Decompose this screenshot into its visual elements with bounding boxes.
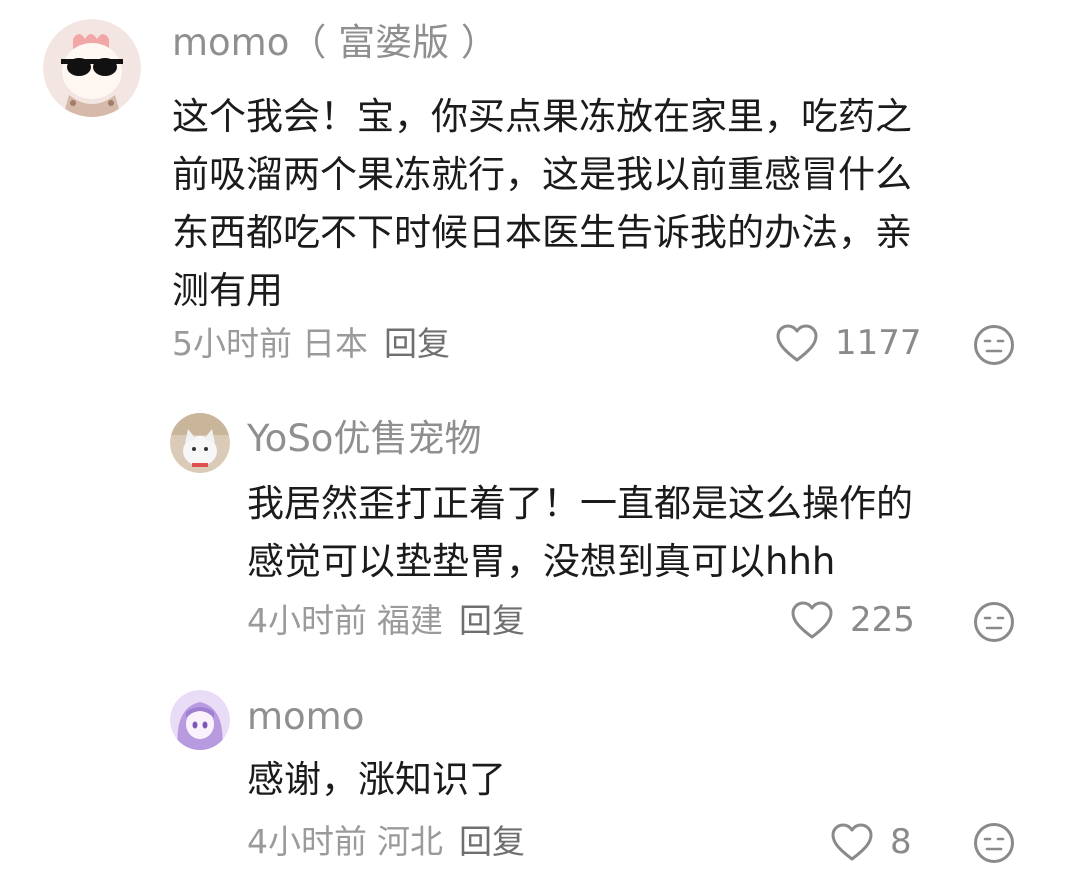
like-button[interactable]: 1177 [775, 323, 922, 363]
comment-text: 我居然歪打正着了！一直都是这么操作的 感觉可以垫垫胃，没想到真可以hhh [247, 475, 1037, 591]
heart-icon [791, 601, 833, 639]
reply-button[interactable]: 回复 [459, 822, 525, 861]
reply-button[interactable]: 回复 [459, 601, 525, 640]
comment-time: 5小时前 [172, 324, 292, 363]
username[interactable]: momo [247, 698, 364, 735]
comment-location: 日本 [302, 324, 368, 363]
like-button[interactable]: 8 [830, 822, 912, 862]
like-count: 8 [890, 822, 912, 862]
comment-meta: 4小时前 福建 回复 [247, 604, 535, 637]
comment-time: 4小时前 [247, 822, 367, 861]
dislike-face-icon[interactable] [973, 822, 1015, 864]
like-count: 225 [850, 600, 915, 640]
comment-text-line: 测有用 [172, 269, 283, 312]
user-avatar[interactable] [170, 413, 230, 473]
username[interactable]: momo（ 富婆版 ） [172, 24, 498, 61]
comment-location: 河北 [377, 822, 443, 861]
comment-time: 4小时前 [247, 601, 367, 640]
dislike-face-icon[interactable] [973, 601, 1015, 643]
dislike-face-icon[interactable] [973, 324, 1015, 366]
comment-location: 福建 [377, 601, 443, 640]
heart-icon [776, 324, 818, 362]
like-button[interactable]: 225 [790, 600, 915, 640]
comment-text-line: 感谢，涨知识了 [247, 758, 506, 801]
reply-button[interactable]: 回复 [384, 324, 450, 363]
comment-text: 这个我会！宝，你买点果冻放在家里，吃药之 前吸溜两个果冻就行，这是我以前重感冒什… [172, 88, 1032, 320]
user-avatar[interactable] [170, 690, 230, 750]
comment-text-line: 前吸溜两个果冻就行，这是我以前重感冒什么 [172, 153, 912, 196]
comment-text-line: 这个我会！宝，你买点果冻放在家里，吃药之 [172, 95, 912, 138]
comment-meta: 4小时前 河北 回复 [247, 825, 535, 858]
comment-text-line: 我居然歪打正着了！一直都是这么操作的 [247, 482, 913, 525]
user-avatar[interactable] [43, 19, 141, 117]
comment-meta: 5小时前 日本 回复 [172, 327, 460, 360]
heart-icon [831, 823, 873, 861]
comment-text-line: 东西都吃不下时候日本医生告诉我的办法，亲 [172, 211, 912, 254]
username[interactable]: YoSo优售宠物 [247, 420, 481, 457]
comment-text: 感谢，涨知识了 [247, 751, 1037, 809]
like-count: 1177 [835, 323, 922, 363]
comment-text-line: 感觉可以垫垫胃，没想到真可以hhh [247, 540, 836, 583]
